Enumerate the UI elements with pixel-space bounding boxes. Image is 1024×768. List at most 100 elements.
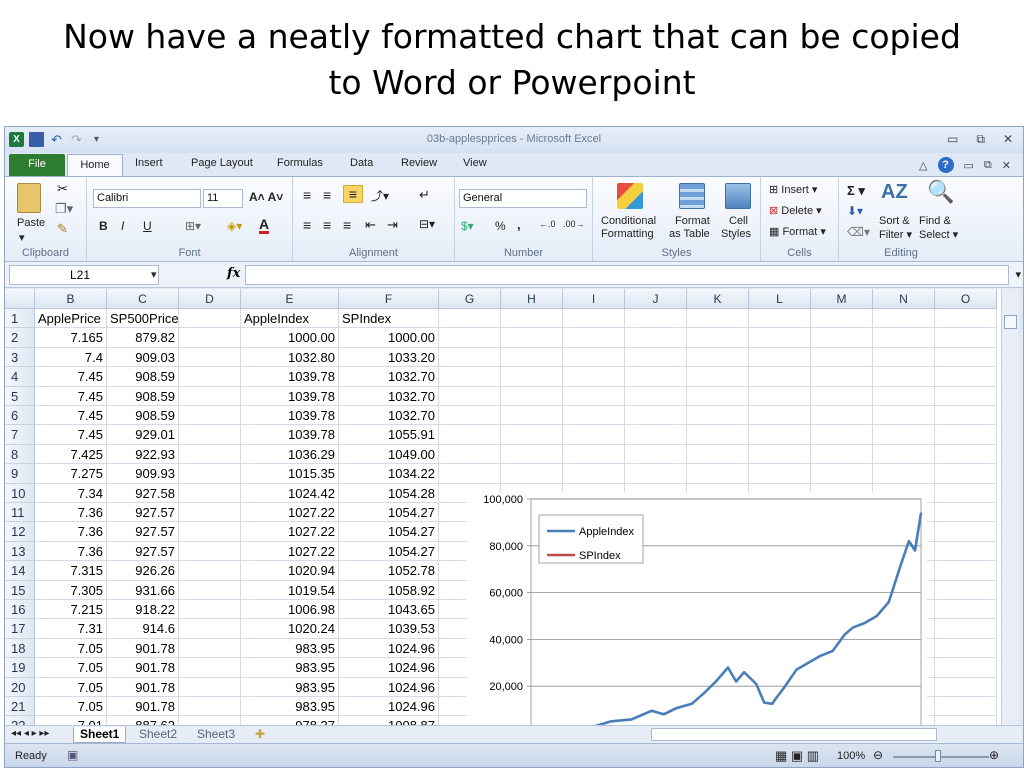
cell-b5[interactable]: 7.45: [35, 386, 107, 406]
cell-f4[interactable]: 1032.70: [339, 367, 439, 387]
format-as-table-label2[interactable]: as Table: [669, 228, 710, 240]
bold-button[interactable]: B: [99, 219, 108, 233]
cell-c16[interactable]: 918.22: [107, 600, 179, 620]
cell-e17[interactable]: 1020.24: [241, 619, 339, 639]
cell-k4[interactable]: [687, 367, 749, 387]
tab-formulas[interactable]: Formulas: [277, 157, 323, 169]
row-header[interactable]: 9: [5, 464, 35, 484]
minimize-icon[interactable]: ▭: [947, 132, 958, 147]
fill-color-icon[interactable]: ◈▾: [227, 219, 242, 233]
insert-function-icon[interactable]: fx: [227, 266, 240, 281]
cell-f18[interactable]: 1024.96: [339, 638, 439, 659]
autosum-icon[interactable]: Σ ▾: [847, 183, 865, 199]
tab-insert[interactable]: Insert: [135, 157, 163, 169]
cell-b14[interactable]: 7.315: [35, 561, 107, 581]
cell-f7[interactable]: 1055.91: [339, 425, 439, 445]
cell-e12[interactable]: 1027.22: [241, 522, 339, 542]
cell-o18[interactable]: [935, 638, 997, 659]
minimize-ribbon-icon[interactable]: △: [919, 159, 927, 172]
cell-c1[interactable]: SP500Price: [107, 309, 179, 329]
cell-e15[interactable]: 1019.54: [241, 580, 339, 600]
align-bottom-icon[interactable]: ≡: [343, 185, 363, 203]
cell-o10[interactable]: [935, 483, 997, 503]
cell-k9[interactable]: [687, 464, 749, 484]
comma-button[interactable]: ,: [517, 217, 521, 232]
conditional-formatting-icon[interactable]: [617, 183, 643, 209]
row-header[interactable]: 12: [5, 522, 35, 542]
cell-b18[interactable]: 7.05: [35, 638, 107, 659]
doc-minimize-icon[interactable]: ▭: [964, 159, 974, 172]
cell-i7[interactable]: [563, 425, 625, 445]
find-select-icon[interactable]: 🔍: [927, 179, 954, 205]
cell-c9[interactable]: 909.93: [107, 464, 179, 484]
cell-k8[interactable]: [687, 444, 749, 465]
zoom-in-icon[interactable]: ⊕: [989, 748, 999, 762]
row-header[interactable]: 19: [5, 658, 35, 678]
cell-n6[interactable]: [873, 406, 935, 426]
cell-i4[interactable]: [563, 367, 625, 387]
cell-k3[interactable]: [687, 347, 749, 368]
cell-b6[interactable]: 7.45: [35, 406, 107, 426]
cell-o2[interactable]: [935, 328, 997, 348]
cell-b7[interactable]: 7.45: [35, 425, 107, 445]
cell-j3[interactable]: [625, 347, 687, 368]
percent-button[interactable]: %: [495, 219, 506, 233]
restore-icon[interactable]: ⧉: [976, 132, 985, 147]
cell-o4[interactable]: [935, 367, 997, 387]
cell-l8[interactable]: [749, 444, 811, 465]
cell-d9[interactable]: [179, 464, 241, 484]
row-header[interactable]: 15: [5, 580, 35, 600]
column-header-f[interactable]: F: [339, 289, 439, 309]
column-header-o[interactable]: O: [935, 289, 997, 309]
cell-e11[interactable]: 1027.22: [241, 503, 339, 523]
cell-d2[interactable]: [179, 328, 241, 348]
cell-o14[interactable]: [935, 561, 997, 581]
cell-d4[interactable]: [179, 367, 241, 387]
sheet-nav-icons[interactable]: ◂◂ ◂ ▸ ▸▸: [11, 728, 49, 739]
cell-b11[interactable]: 7.36: [35, 503, 107, 523]
cell-d22[interactable]: [179, 716, 241, 725]
sort-filter-label2[interactable]: Filter ▾: [879, 228, 912, 241]
column-header-h[interactable]: H: [501, 289, 563, 309]
cell-o8[interactable]: [935, 444, 997, 465]
cell-o17[interactable]: [935, 619, 997, 639]
cell-b9[interactable]: 7.275: [35, 464, 107, 484]
cell-f12[interactable]: 1054.27: [339, 522, 439, 542]
font-name-select[interactable]: Calibri: [93, 189, 201, 208]
cell-d6[interactable]: [179, 406, 241, 426]
cell-d16[interactable]: [179, 600, 241, 620]
cell-b22[interactable]: 7.01: [35, 716, 107, 725]
cell-l1[interactable]: [749, 309, 811, 329]
cell-f5[interactable]: 1032.70: [339, 386, 439, 406]
cell-d12[interactable]: [179, 522, 241, 542]
cell-e16[interactable]: 1006.98: [241, 600, 339, 620]
tab-data[interactable]: Data: [350, 157, 373, 169]
cell-b10[interactable]: 7.34: [35, 483, 107, 503]
cell-c18[interactable]: 901.78: [107, 638, 179, 659]
cell-n8[interactable]: [873, 444, 935, 465]
cell-e8[interactable]: 1036.29: [241, 444, 339, 465]
cell-k2[interactable]: [687, 328, 749, 348]
row-header[interactable]: 1: [5, 309, 35, 329]
cell-f20[interactable]: 1024.96: [339, 677, 439, 697]
cell-o20[interactable]: [935, 677, 997, 697]
cell-n7[interactable]: [873, 425, 935, 445]
tab-page-layout[interactable]: Page Layout: [191, 157, 253, 169]
cell-d17[interactable]: [179, 619, 241, 639]
underline-button[interactable]: U: [143, 219, 152, 233]
find-select-label2[interactable]: Select ▾: [919, 228, 958, 241]
sort-filter-label[interactable]: Sort &: [879, 215, 910, 227]
cell-g4[interactable]: [439, 367, 501, 387]
decrease-indent-icon[interactable]: ⇤: [365, 217, 376, 233]
zoom-out-icon[interactable]: ⊖: [873, 748, 883, 762]
cell-l6[interactable]: [749, 406, 811, 426]
cell-c12[interactable]: 927.57: [107, 522, 179, 542]
cell-b4[interactable]: 7.45: [35, 367, 107, 387]
cell-e18[interactable]: 983.95: [241, 638, 339, 659]
cell-m2[interactable]: [811, 328, 873, 348]
insert-cells-button[interactable]: ⊞ Insert ▾: [769, 183, 817, 196]
tab-file[interactable]: File: [9, 154, 65, 176]
cell-c22[interactable]: 887.62: [107, 716, 179, 725]
worksheet-grid[interactable]: BCDEFGHIJKLMNO 1 ApplePrice SP500Price Appl…: [5, 289, 1001, 725]
cell-o11[interactable]: [935, 503, 997, 523]
